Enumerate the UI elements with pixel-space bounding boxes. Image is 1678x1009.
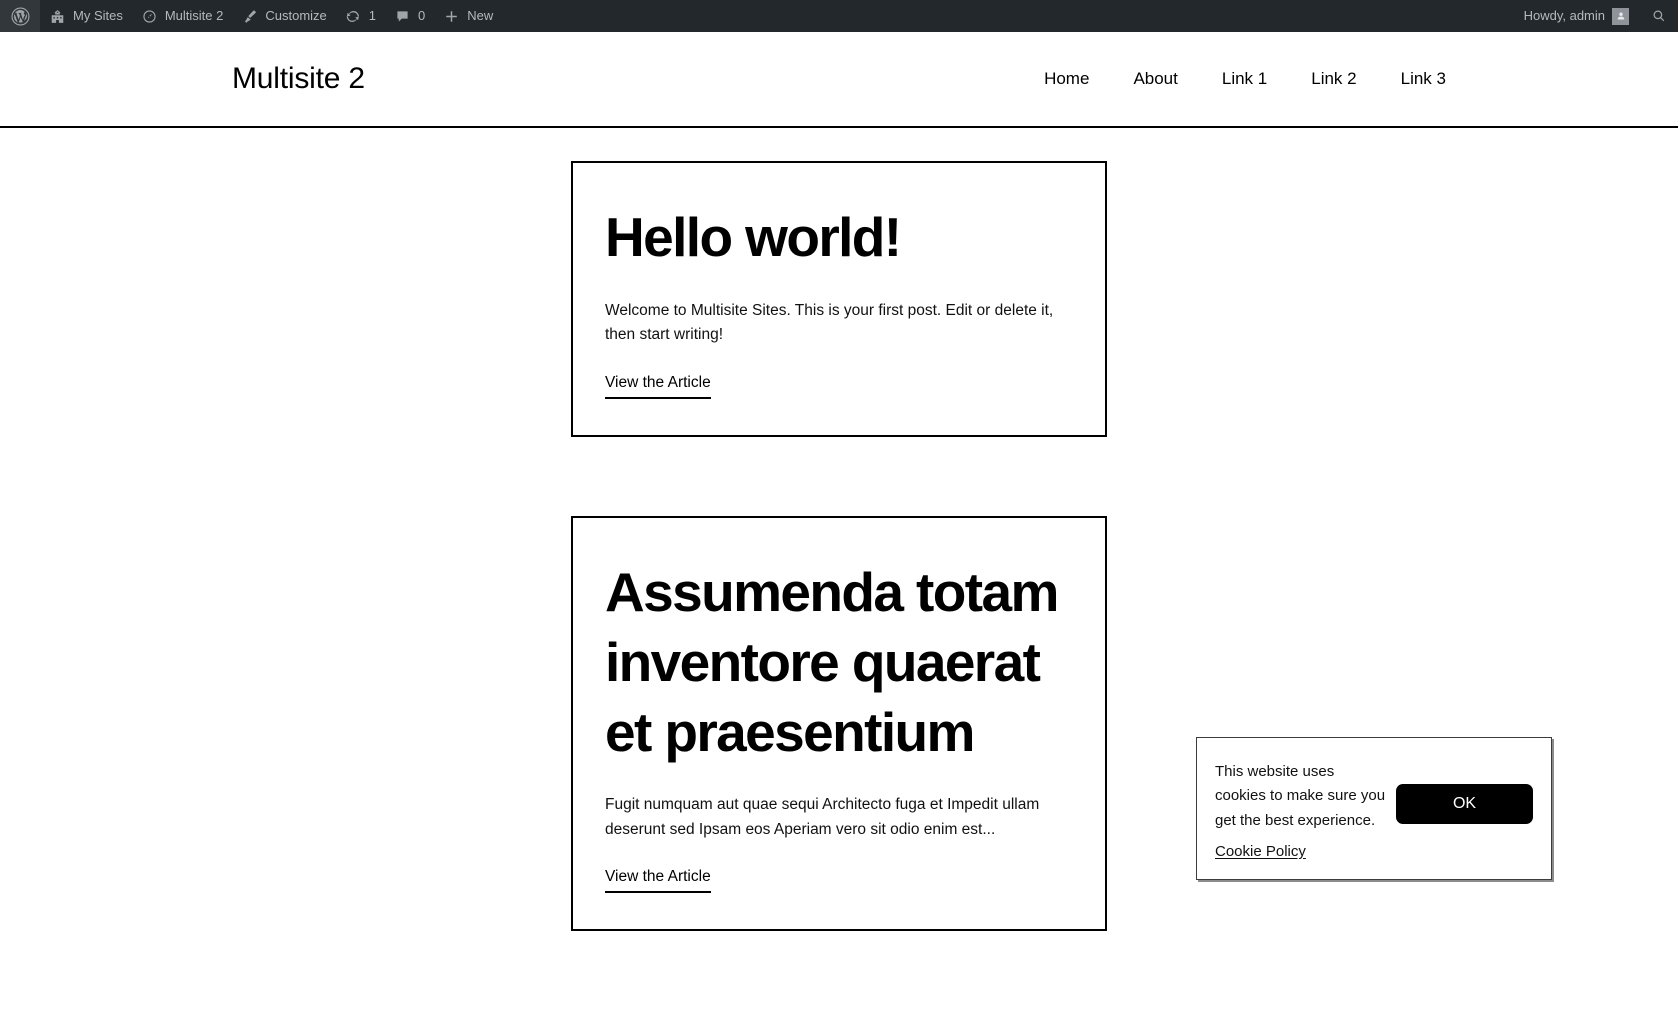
buildings-icon [49, 8, 66, 25]
comment-bubble-icon [394, 8, 411, 25]
admin-bar-item-updates[interactable]: 1 [336, 0, 385, 32]
admin-bar-my-sites-label: My Sites [73, 8, 123, 23]
plus-icon [443, 8, 460, 25]
cookie-consent-banner: This website uses cookies to make sure y… [1196, 737, 1552, 880]
post-title[interactable]: Hello world! [605, 203, 1073, 273]
admin-bar-item-customize[interactable]: Customize [232, 0, 335, 32]
view-the-article-link[interactable]: View the Article [605, 374, 711, 399]
wp-logo-menu-item[interactable] [0, 0, 40, 32]
cookie-text-column: This website uses cookies to make sure y… [1215, 758, 1386, 861]
primary-navigation: Home About Link 1 Link 2 Link 3 [1044, 69, 1446, 89]
cookie-ok-button[interactable]: OK [1396, 784, 1533, 824]
admin-bar-item-my-sites[interactable]: My Sites [40, 0, 132, 32]
admin-bar-new-label: New [467, 8, 494, 23]
nav-item-link-3[interactable]: Link 3 [1401, 69, 1446, 89]
admin-bar-updates-count: 1 [368, 8, 377, 23]
admin-bar-howdy-label: Howdy, admin [1523, 8, 1605, 23]
admin-bar-comments-count: 0 [418, 8, 426, 23]
post-card: Assumenda totam inventore quaerat et pra… [571, 515, 1107, 932]
cookie-message: This website uses cookies to make sure y… [1215, 763, 1386, 829]
nav-item-about[interactable]: About [1133, 69, 1177, 89]
post-excerpt: Fugit numquam aut quae sequi Architecto … [605, 796, 1040, 838]
dashboard-icon [141, 8, 158, 25]
admin-bar-site-name-label: Multisite 2 [164, 8, 224, 23]
search-icon [1651, 8, 1667, 24]
admin-bar-item-site-name[interactable]: Multisite 2 [132, 0, 233, 32]
admin-bar-search-button[interactable] [1640, 0, 1678, 32]
update-icon [345, 8, 362, 25]
site-title[interactable]: Multisite 2 [232, 62, 365, 96]
admin-bar-customize-label: Customize [265, 8, 327, 23]
admin-bar-item-new[interactable]: New [434, 0, 502, 32]
admin-bar-item-comments[interactable]: 0 [385, 0, 434, 32]
admin-bar-item-my-account[interactable]: Howdy, admin [1513, 0, 1640, 32]
view-the-article-link[interactable]: View the Article [605, 868, 711, 894]
paintbrush-icon [241, 8, 258, 25]
admin-bar-left-group: My Sites Multisite 2 Customize 1 0 New [0, 0, 502, 32]
site-header: Multisite 2 Home About Link 1 Link 2 Lin… [0, 32, 1678, 128]
cookie-policy-link[interactable]: Cookie Policy [1215, 843, 1306, 860]
wordpress-icon [11, 6, 30, 26]
post-title[interactable]: Assumenda totam inventore quaerat et pra… [605, 558, 1073, 768]
user-avatar-icon [1612, 7, 1629, 25]
nav-item-link-2[interactable]: Link 2 [1311, 69, 1356, 89]
post-excerpt: Welcome to Multisite Sites. This is your… [605, 301, 1054, 344]
post-card: Hello world! Welcome to Multisite Sites.… [571, 161, 1107, 437]
nav-item-home[interactable]: Home [1044, 69, 1089, 89]
nav-item-link-1[interactable]: Link 1 [1222, 69, 1267, 89]
wp-admin-bar: My Sites Multisite 2 Customize 1 0 New H… [0, 0, 1678, 32]
admin-bar-right-group: Howdy, admin [1513, 0, 1678, 32]
